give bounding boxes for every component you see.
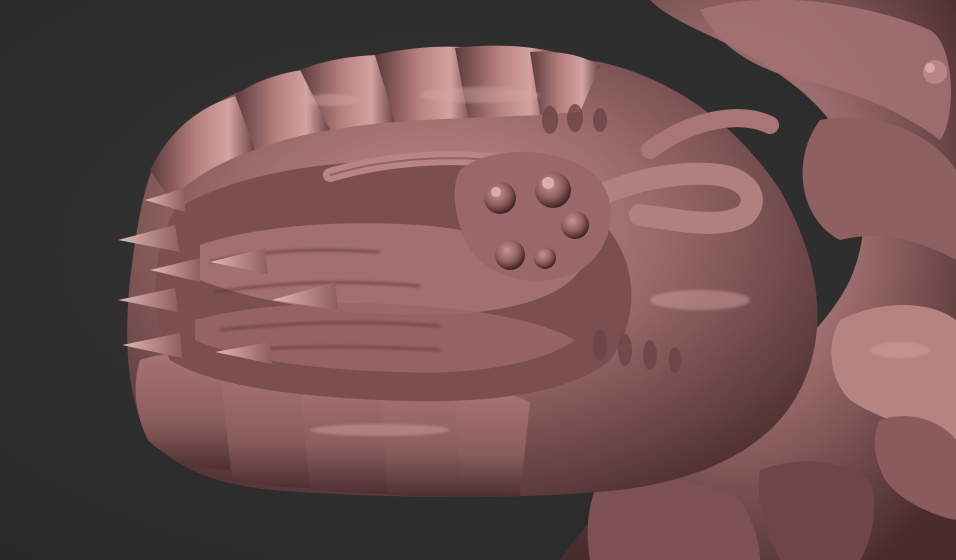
creature-sculpt-render: [118, 0, 956, 560]
sculpt-viewport[interactable]: [0, 0, 956, 560]
